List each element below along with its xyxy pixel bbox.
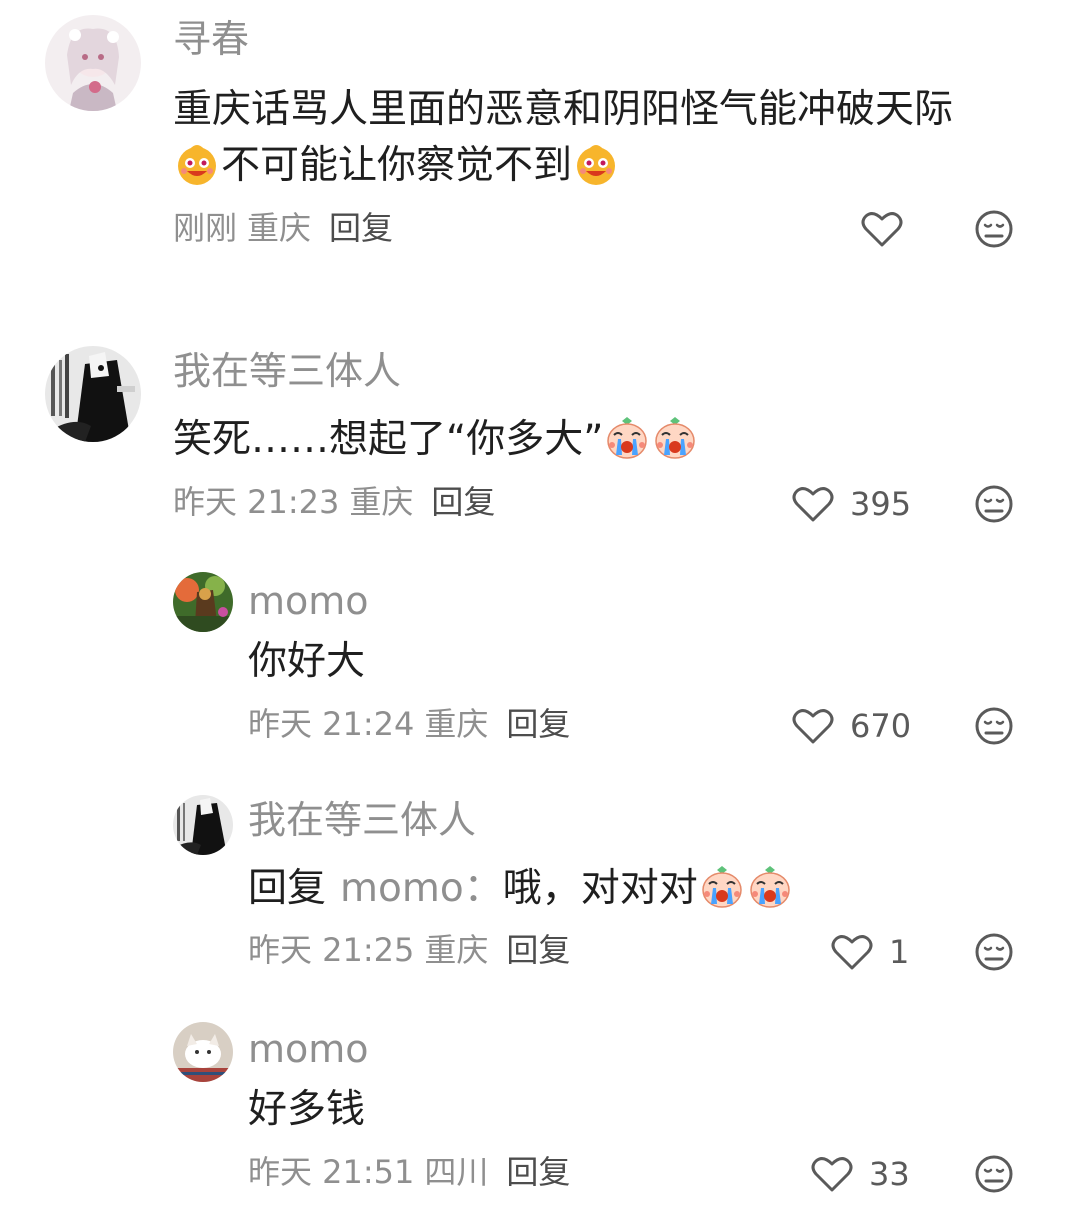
comment-item: 寻春 重庆话骂人里面的恶意和阴阳怪气能冲破天际 不可能让你察觉不到 刚刚 重庆 回复 xyxy=(0,0,1080,290)
like-count: 670 xyxy=(850,707,912,745)
location: 重庆 xyxy=(424,931,489,969)
like-button[interactable] xyxy=(861,207,903,251)
grinning-face-emoji-icon xyxy=(573,141,619,187)
avatar[interactable] xyxy=(173,795,233,855)
username[interactable]: momo xyxy=(248,1030,369,1068)
comment-text-line: 回复 momo：哦，对对对 xyxy=(248,861,794,917)
reply-item: 我在等三体人 回复 momo：哦，对对对 昨天 21:25 重庆 回复 1 xyxy=(0,785,1080,995)
reply-button[interactable]: 回复 xyxy=(506,931,570,969)
comment-text-segment: 不可能让你察觉不到 xyxy=(221,143,573,188)
like-button[interactable]: 670 xyxy=(792,704,911,748)
crying-face-emoji-icon xyxy=(652,415,698,461)
reply-button[interactable]: 回复 xyxy=(431,483,495,521)
location: 重庆 xyxy=(349,483,414,521)
heart-outline-icon xyxy=(831,935,873,970)
username[interactable]: momo xyxy=(248,582,369,620)
reply-button[interactable]: 回复 xyxy=(506,705,570,743)
reply-item: momo 好多钱 昨天 21:51 四川 回复 33 xyxy=(0,1010,1080,1215)
comment-text-line: 笑死……想起了“你多大” xyxy=(173,412,699,468)
comment-text-line: 好多钱 xyxy=(248,1087,366,1132)
meh-face-icon xyxy=(975,707,1013,745)
comment-meta: 刚刚 重庆 回复 xyxy=(173,212,403,244)
dislike-button[interactable] xyxy=(974,209,1014,249)
like-count: 33 xyxy=(869,1155,910,1193)
comment-meta: 昨天 21:51 四川 回复 xyxy=(248,1156,580,1188)
comment-text: 笑死……想起了“你多大” xyxy=(173,412,699,468)
like-button[interactable]: 395 xyxy=(792,482,911,526)
comment-item: 我在等三体人 笑死……想起了“你多大” 昨天 21:23 重庆 回复 395 xyxy=(0,330,1080,540)
anime-girl-avatar-icon xyxy=(45,15,141,111)
reply-item: momo 你好大 昨天 21:24 重庆 回复 670 xyxy=(0,560,1080,760)
meh-face-icon xyxy=(975,1155,1013,1193)
timestamp: 昨天 21:51 xyxy=(248,1153,415,1191)
comment-text: 好多钱 xyxy=(248,1082,365,1138)
comment-text-line: 不可能让你察觉不到 xyxy=(173,138,953,194)
location: 四川 xyxy=(424,1153,489,1191)
heart-outline-icon xyxy=(811,1157,853,1192)
comment-text-line: 你好大 xyxy=(248,639,366,684)
dislike-button[interactable] xyxy=(974,932,1014,972)
heart-outline-icon xyxy=(792,487,834,522)
comment-text-segment: 笑死……想起了“你多大” xyxy=(173,417,604,462)
username[interactable]: 我在等三体人 xyxy=(173,352,401,390)
colorful-landscape-avatar-icon xyxy=(173,572,233,632)
like-button[interactable]: 33 xyxy=(811,1152,910,1196)
dislike-button[interactable] xyxy=(974,1154,1014,1194)
timestamp: 刚刚 xyxy=(173,209,238,247)
comment-text: 回复 momo：哦，对对对 xyxy=(248,861,794,917)
comment-meta: 昨天 21:24 重庆 回复 xyxy=(248,708,580,740)
comment-text: 你好大 xyxy=(248,634,365,690)
comment-meta: 昨天 21:25 重庆 回复 xyxy=(248,934,580,966)
avatar[interactable] xyxy=(173,1022,233,1082)
reply-button[interactable]: 回复 xyxy=(329,209,393,247)
monochrome-manga-avatar-icon xyxy=(173,795,233,855)
comment-text-segment: 哦，对对对 xyxy=(502,866,698,911)
like-count: 395 xyxy=(850,485,912,523)
comment-text-line: 重庆话骂人里面的恶意和阴阳怪气能冲破天际 xyxy=(173,87,954,132)
avatar[interactable] xyxy=(45,15,141,111)
avatar[interactable] xyxy=(45,346,141,442)
comment-meta: 昨天 21:23 重庆 回复 xyxy=(173,486,505,518)
white-cat-avatar-icon xyxy=(173,1022,233,1082)
timestamp: 昨天 21:25 xyxy=(248,931,415,969)
location: 重庆 xyxy=(247,209,312,247)
timestamp: 昨天 21:23 xyxy=(173,483,340,521)
comment-text: 重庆话骂人里面的恶意和阴阳怪气能冲破天际 不可能让你察觉不到 xyxy=(173,82,953,194)
reply-target-username[interactable]: momo： xyxy=(340,866,503,911)
grinning-face-emoji-icon xyxy=(174,141,220,187)
avatar[interactable] xyxy=(173,572,233,632)
heart-outline-icon xyxy=(861,212,903,247)
timestamp: 昨天 21:24 xyxy=(248,705,415,743)
monochrome-manga-avatar-icon xyxy=(45,346,141,442)
crying-face-emoji-icon xyxy=(747,864,793,910)
like-button[interactable]: 1 xyxy=(831,930,909,974)
reply-button[interactable]: 回复 xyxy=(506,1153,570,1191)
dislike-button[interactable] xyxy=(974,484,1014,524)
dislike-button[interactable] xyxy=(974,706,1014,746)
meh-face-icon xyxy=(975,933,1013,971)
username[interactable]: 我在等三体人 xyxy=(248,801,476,839)
heart-outline-icon xyxy=(792,709,834,744)
crying-face-emoji-icon xyxy=(699,864,745,910)
crying-face-emoji-icon xyxy=(604,415,650,461)
reply-prefix: 回复 xyxy=(248,866,327,911)
like-count: 1 xyxy=(889,933,910,971)
location: 重庆 xyxy=(424,705,489,743)
username[interactable]: 寻春 xyxy=(173,20,249,58)
meh-face-icon xyxy=(975,485,1013,523)
meh-face-icon xyxy=(975,210,1013,248)
